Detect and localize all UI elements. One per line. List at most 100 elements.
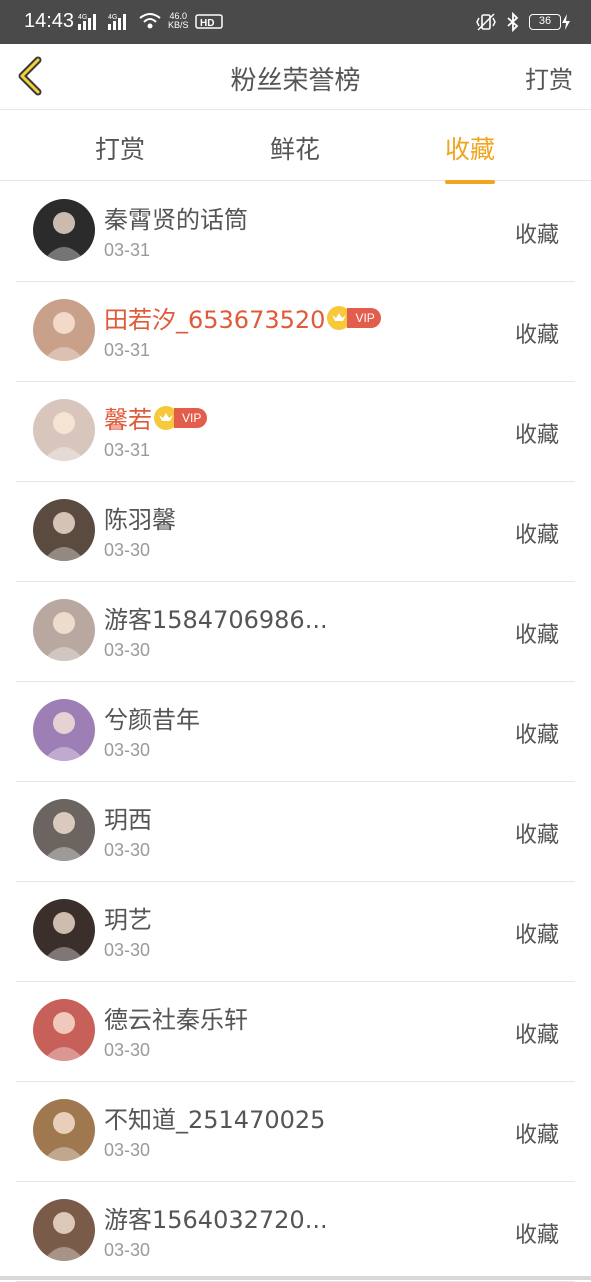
action-label: 收藏 bbox=[514, 323, 559, 348]
tab-favorites[interactable]: 收藏 bbox=[445, 130, 496, 184]
tab-favorites-label: 收藏 bbox=[445, 135, 496, 164]
date: 03-30 bbox=[104, 1040, 151, 1060]
name-line: 不知道_251470025 bbox=[104, 1100, 325, 1135]
action-label: 收藏 bbox=[514, 923, 559, 948]
tab-flowers-label: 鲜花 bbox=[270, 135, 321, 164]
signal-2-label: 4G bbox=[108, 14, 117, 21]
user-name: 玥艺 bbox=[104, 906, 152, 934]
vip-tag: VIP bbox=[347, 307, 381, 328]
action-label: 收藏 bbox=[514, 1023, 559, 1048]
user-name: 陈羽馨 bbox=[104, 506, 176, 534]
user-name: 不知道_251470025 bbox=[104, 1106, 326, 1134]
action-label: 收藏 bbox=[514, 823, 559, 848]
action-label: 收藏 bbox=[514, 523, 559, 548]
avatar[interactable] bbox=[33, 599, 95, 661]
user-name: 秦霄贤的话筒 bbox=[104, 206, 248, 234]
tab-bar: 打赏 鲜花 收藏 bbox=[0, 111, 591, 184]
user-name: 馨若 bbox=[104, 406, 152, 434]
name-line: 德云社秦乐轩 bbox=[104, 1000, 248, 1035]
date: 03-30 bbox=[104, 740, 151, 760]
wifi-icon bbox=[139, 13, 161, 29]
list-item[interactable]: 不知道_251470025 03-30 收藏 bbox=[16, 1082, 575, 1182]
name-line: 馨若 VIP bbox=[104, 400, 208, 435]
status-icons-left: 4G 4G 46.0 KB/S HD bbox=[78, 12, 223, 30]
user-name: 游客1584706986... bbox=[104, 606, 328, 634]
tab-flowers[interactable]: 鲜花 bbox=[270, 130, 320, 166]
vip-tag: VIP bbox=[174, 407, 208, 428]
vibrate-icon bbox=[476, 13, 496, 31]
vip-badge: VIP bbox=[154, 405, 208, 430]
status-bar: 14:43 4G 4G 46.0 KB/S HD 36 bbox=[0, 0, 591, 44]
reward-button[interactable]: 打赏 bbox=[525, 60, 573, 95]
action-label: 收藏 bbox=[514, 423, 559, 448]
scroll-edge bbox=[0, 1276, 591, 1280]
date: 03-30 bbox=[104, 940, 151, 960]
avatar[interactable] bbox=[33, 299, 95, 361]
avatar[interactable] bbox=[33, 1199, 95, 1261]
name-line: 游客1564032720... bbox=[104, 1200, 328, 1235]
date: 03-30 bbox=[104, 840, 151, 860]
action-label: 收藏 bbox=[514, 223, 559, 248]
list-item[interactable]: 兮颜昔年 03-30 收藏 bbox=[16, 682, 575, 782]
avatar[interactable] bbox=[33, 699, 95, 761]
action-label: 收藏 bbox=[514, 623, 559, 648]
status-icons-right: 36 bbox=[475, 12, 571, 32]
signal-1-label: 4G bbox=[78, 14, 87, 21]
date: 03-31 bbox=[104, 240, 151, 260]
date: 03-30 bbox=[104, 640, 151, 660]
name-line: 游客1584706986... bbox=[104, 600, 328, 635]
avatar[interactable] bbox=[33, 799, 95, 861]
signal-icon-2: 4G bbox=[108, 14, 126, 30]
name-line: 田若汐_653673520 VIP bbox=[104, 300, 381, 335]
list-item[interactable]: 游客1564032720... 03-30 收藏 bbox=[16, 1182, 575, 1282]
name-line: 陈羽馨 bbox=[104, 500, 176, 535]
date: 03-31 bbox=[104, 440, 151, 460]
nav-bar: 粉丝荣誉榜 打赏 bbox=[0, 44, 591, 110]
status-time: 14:43 bbox=[24, 10, 75, 32]
list-item[interactable]: 秦霄贤的话筒 03-31 收藏 bbox=[16, 182, 575, 282]
list-item[interactable]: 田若汐_653673520 VIP 03-31 收藏 bbox=[16, 282, 575, 382]
list-item[interactable]: 馨若 VIP 03-31 收藏 bbox=[16, 382, 575, 482]
bluetooth-icon bbox=[507, 12, 519, 32]
avatar[interactable] bbox=[33, 399, 95, 461]
hd-label: HD bbox=[200, 18, 214, 29]
date: 03-30 bbox=[104, 1240, 151, 1260]
user-name: 玥西 bbox=[104, 806, 152, 834]
list-item[interactable]: 玥艺 03-30 收藏 bbox=[16, 882, 575, 982]
hd-icon: HD bbox=[194, 14, 223, 29]
user-name: 游客1564032720... bbox=[104, 1206, 328, 1234]
avatar[interactable] bbox=[33, 899, 95, 961]
user-name: 兮颜昔年 bbox=[104, 706, 200, 734]
avatar[interactable] bbox=[33, 199, 95, 261]
action-label: 收藏 bbox=[514, 1223, 559, 1248]
date: 03-30 bbox=[104, 540, 151, 560]
net-speed: 46.0 KB/S bbox=[168, 12, 189, 30]
net-speed-unit: KB/S bbox=[168, 20, 189, 30]
action-label: 收藏 bbox=[514, 723, 559, 748]
user-name: 德云社秦乐轩 bbox=[104, 1006, 248, 1034]
fan-list: 秦霄贤的话筒 03-31 收藏 田若汐_653673520 VIP 03-31 收藏 馨若 VI… bbox=[0, 182, 591, 1282]
list-item[interactable]: 陈羽馨 03-30 收藏 bbox=[16, 482, 575, 582]
name-line: 玥西 bbox=[104, 800, 152, 835]
action-label: 收藏 bbox=[514, 1123, 559, 1148]
battery-level: 36 bbox=[529, 14, 561, 30]
avatar[interactable] bbox=[33, 499, 95, 561]
name-line: 兮颜昔年 bbox=[104, 700, 200, 735]
list-item[interactable]: 德云社秦乐轩 03-30 收藏 bbox=[16, 982, 575, 1082]
avatar[interactable] bbox=[33, 999, 95, 1061]
name-line: 玥艺 bbox=[104, 900, 152, 935]
date: 03-30 bbox=[104, 1140, 151, 1160]
date: 03-31 bbox=[104, 340, 151, 360]
tab-reward[interactable]: 打赏 bbox=[95, 130, 145, 166]
list-item[interactable]: 游客1584706986... 03-30 收藏 bbox=[16, 582, 575, 682]
avatar[interactable] bbox=[33, 1099, 95, 1161]
list-item[interactable]: 玥西 03-30 收藏 bbox=[16, 782, 575, 882]
charging-icon bbox=[562, 14, 570, 30]
user-name: 田若汐_653673520 bbox=[104, 306, 326, 334]
signal-icon: 4G bbox=[78, 14, 96, 30]
battery-icon: 36 bbox=[529, 13, 571, 31]
tab-reward-label: 打赏 bbox=[95, 135, 146, 164]
vip-badge: VIP bbox=[327, 305, 381, 330]
name-line: 秦霄贤的话筒 bbox=[104, 200, 248, 235]
page-title: 粉丝荣誉榜 bbox=[230, 66, 361, 96]
